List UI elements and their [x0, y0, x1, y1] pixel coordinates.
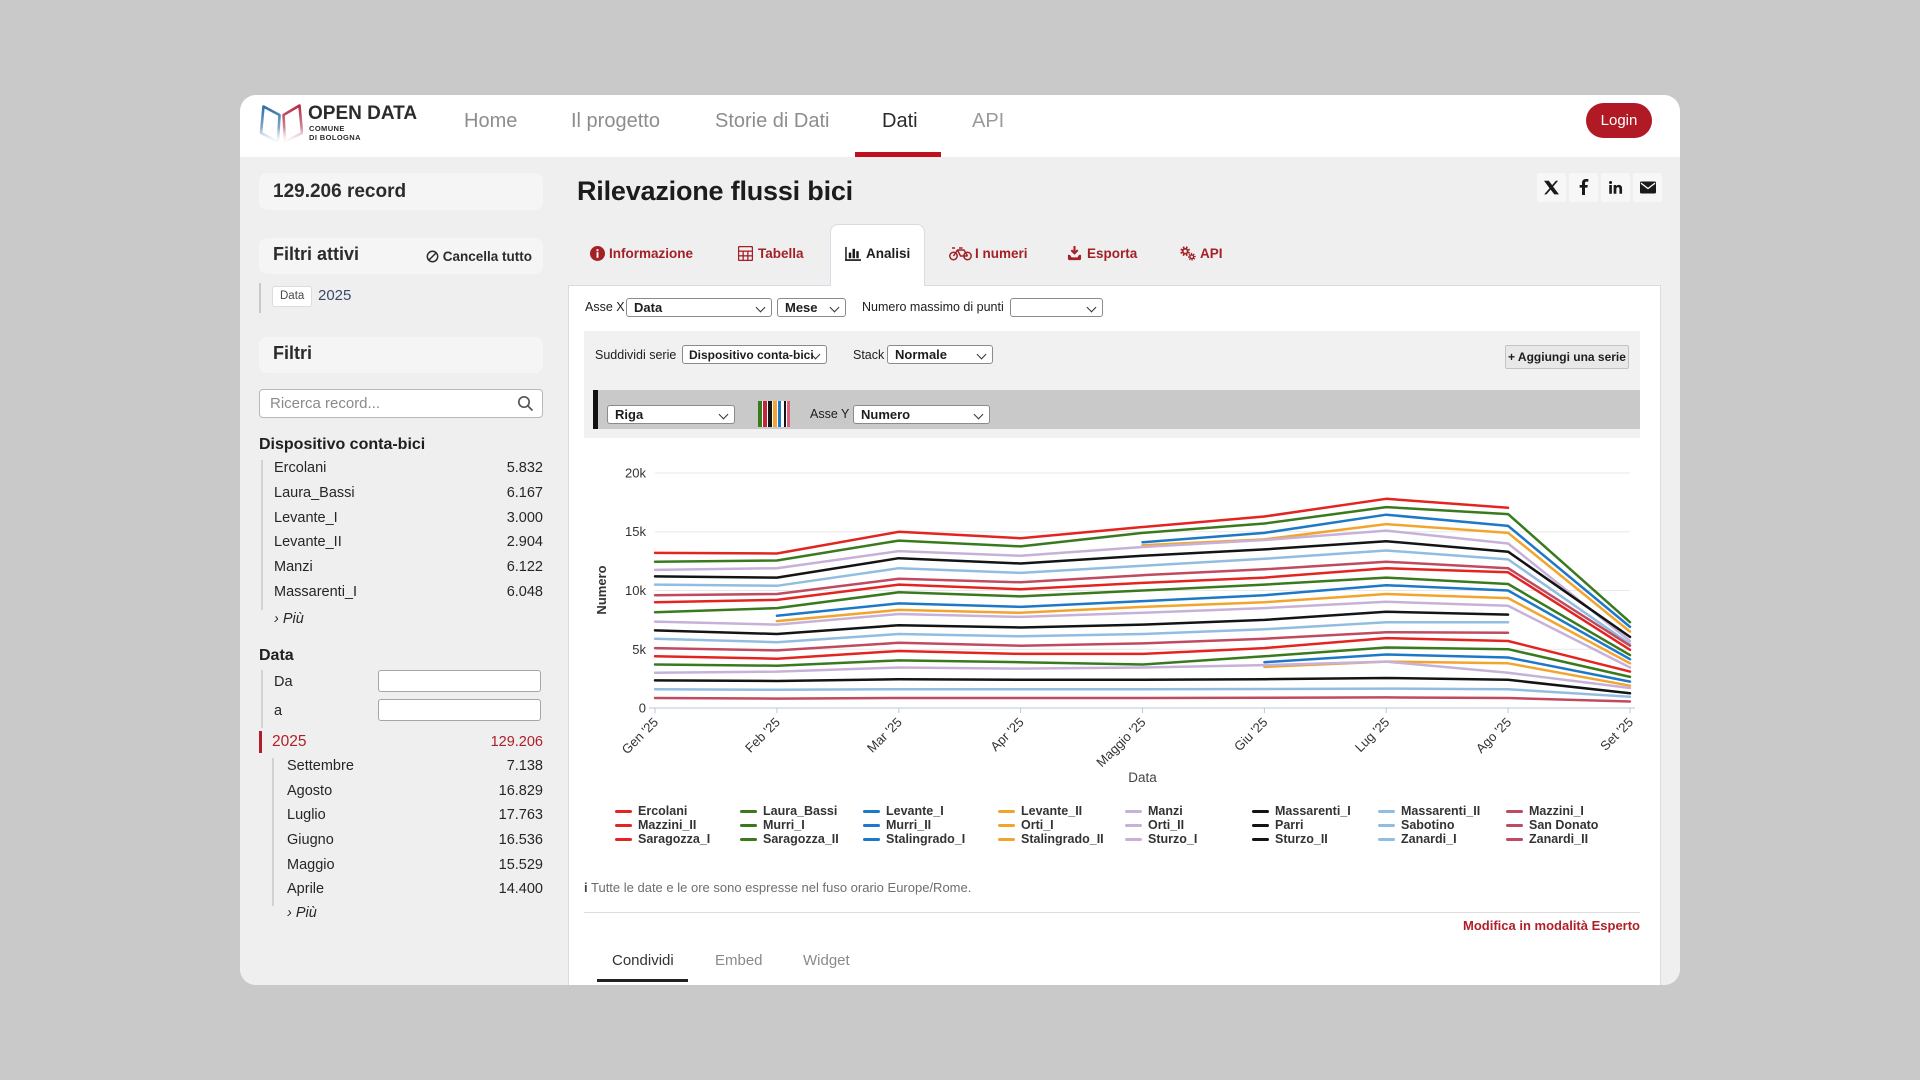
- svg-text:Numero: Numero: [594, 565, 609, 614]
- svg-text:Gen '25: Gen '25: [619, 715, 662, 758]
- svg-text:15k: 15k: [625, 524, 646, 539]
- svg-text:Lug '25: Lug '25: [1352, 715, 1392, 755]
- svg-text:Ago '25: Ago '25: [1473, 715, 1514, 756]
- svg-text:Feb '25: Feb '25: [742, 715, 783, 756]
- svg-text:5k: 5k: [632, 642, 646, 657]
- svg-text:Maggio '25: Maggio '25: [1093, 715, 1148, 770]
- svg-text:20k: 20k: [625, 466, 646, 481]
- svg-text:Apr '25: Apr '25: [987, 715, 1026, 754]
- svg-text:Giu '25: Giu '25: [1231, 715, 1270, 754]
- svg-text:Data: Data: [1128, 770, 1157, 785]
- svg-text:Mar '25: Mar '25: [864, 715, 905, 756]
- svg-text:0: 0: [639, 701, 646, 716]
- svg-text:Set '25: Set '25: [1597, 715, 1636, 754]
- svg-text:10k: 10k: [625, 583, 646, 598]
